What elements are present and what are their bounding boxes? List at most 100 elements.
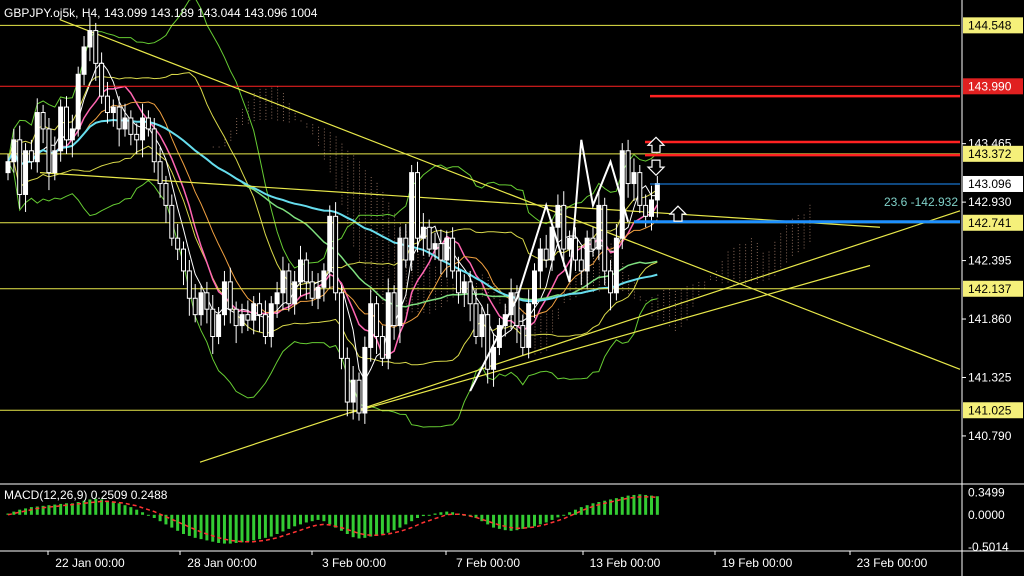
cloud-dot — [446, 297, 448, 299]
cloud-dot — [692, 284, 694, 286]
cloud-dot — [370, 270, 372, 272]
cloud-dot — [674, 308, 676, 310]
cloud-dot — [329, 156, 331, 158]
cloud-dot — [791, 233, 793, 235]
cloud-dot — [628, 293, 630, 295]
cloud-dot — [686, 289, 688, 291]
cloud-dot — [335, 136, 337, 138]
cloud-dot — [335, 169, 337, 171]
cloud-dot — [341, 203, 343, 205]
cloud-dot — [376, 203, 378, 205]
cloud-dot — [353, 212, 355, 214]
cloud-dot — [411, 281, 413, 283]
cloud-dot — [563, 298, 565, 300]
cloud-dot — [610, 255, 612, 257]
cloud-dot — [663, 299, 665, 301]
cloud-dot — [674, 302, 676, 304]
cloud-dot — [388, 268, 390, 270]
cloud-dot — [359, 233, 360, 235]
cloud-dot — [382, 251, 384, 253]
cloud-dot — [797, 215, 799, 217]
cloud-dot — [563, 292, 565, 294]
cloud-dot — [376, 227, 378, 229]
cloud-dot — [364, 251, 366, 253]
cloud-dot — [323, 155, 325, 157]
macd-bar — [538, 514, 542, 525]
cloud-dot — [341, 164, 343, 166]
cloud-dot — [265, 103, 267, 105]
cloud-dot — [756, 261, 758, 263]
macd-bar — [655, 496, 659, 515]
candle — [104, 95, 110, 114]
candle — [128, 117, 134, 135]
macd-bar — [357, 514, 361, 539]
cloud-dot — [253, 108, 255, 110]
cloud-dot — [446, 300, 448, 302]
cloud-dot — [663, 305, 665, 307]
cloud-dot — [745, 265, 747, 267]
cloud-dot — [768, 263, 770, 265]
cloud-dot — [329, 144, 331, 146]
cloud-dot — [780, 260, 782, 262]
cloud-dot — [622, 263, 624, 265]
macd-bar — [258, 514, 262, 540]
cloud-dot — [721, 273, 723, 275]
cloud-dot — [364, 185, 366, 187]
cloud-dot — [429, 297, 431, 299]
cloud-dot — [282, 114, 284, 116]
cloud-dot — [417, 311, 419, 313]
cloud-dot — [318, 129, 320, 131]
cloud-dot — [282, 111, 284, 113]
candle — [239, 314, 245, 327]
cloud-dot — [750, 274, 752, 276]
cloud-dot — [376, 182, 378, 184]
cloud-dot — [271, 93, 273, 95]
chart-header: GBPJPY.oj5k, H4, 143.099 143.189 143.044… — [4, 6, 318, 20]
cloud-dot — [359, 173, 360, 175]
cloud-dot — [674, 293, 676, 295]
candle — [385, 292, 391, 359]
cloud-dot — [376, 272, 378, 274]
cloud-dot — [739, 277, 741, 279]
cloud-dot — [423, 281, 425, 283]
cloud-dot — [382, 230, 384, 232]
cloud-dot — [353, 173, 355, 175]
cloud-dot — [359, 254, 360, 256]
cloud-dot — [522, 313, 524, 315]
cloud-dot — [435, 296, 437, 298]
cloud-dot — [394, 234, 396, 236]
cloud-dot — [750, 262, 752, 264]
cloud-dot — [370, 198, 372, 200]
cloud-dot — [364, 248, 366, 250]
candle — [175, 237, 181, 250]
cloud-dot — [780, 239, 782, 241]
cloud-dot — [786, 258, 788, 260]
candle — [298, 259, 303, 283]
candle — [251, 303, 257, 321]
cloud-dot — [271, 102, 273, 104]
cloud-dot — [721, 267, 723, 269]
level-badge-label: 143.372 — [968, 147, 1012, 161]
cloud-dot — [370, 273, 372, 275]
candle — [286, 270, 292, 305]
macd-bar — [521, 514, 525, 529]
candle — [450, 237, 456, 272]
cloud-dot — [791, 218, 793, 220]
cloud-dot — [756, 243, 758, 245]
cloud-dot — [329, 162, 331, 164]
candle — [145, 117, 151, 130]
candle — [590, 237, 596, 250]
cloud-dot — [750, 256, 752, 258]
cloud-dot — [452, 290, 454, 292]
cloud-dot — [382, 224, 384, 226]
y-tick-label: 142.930 — [968, 195, 1012, 209]
cloud-dot — [803, 232, 805, 234]
cloud-dot — [364, 245, 366, 247]
cloud-dot — [750, 277, 752, 279]
cloud-dot — [768, 278, 770, 280]
cloud-dot — [481, 274, 483, 276]
cloud-dot — [411, 299, 413, 301]
cloud-dot — [774, 250, 776, 252]
cloud-dot — [750, 259, 752, 261]
cloud-dot — [780, 245, 782, 247]
